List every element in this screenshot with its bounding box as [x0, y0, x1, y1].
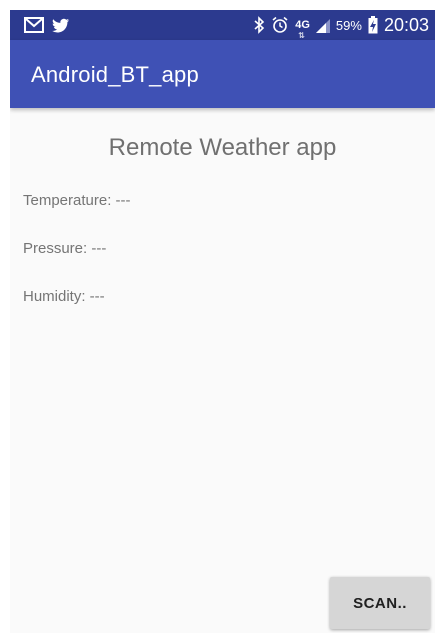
data-activity-icon: ⇅	[298, 30, 305, 40]
humidity-reading: Humidity: ---	[23, 288, 105, 305]
page-heading: Remote Weather app	[108, 134, 337, 161]
phone-screen: 4G ⇅ 59% 20:03 Android_BT_app Remote Wea…	[10, 10, 435, 633]
scan-button[interactable]: SCAN..	[330, 577, 430, 629]
app-toolbar: Android_BT_app	[10, 40, 435, 108]
signal-icon	[315, 17, 330, 33]
app-title: Android_BT_app	[31, 62, 199, 87]
network-type: 4G ⇅	[295, 18, 310, 40]
temperature-reading: Temperature: ---	[23, 192, 131, 209]
gmail-icon	[24, 17, 44, 33]
battery-percent: 59%	[335, 17, 362, 33]
main-content: Remote Weather app Temperature: --- Pres…	[10, 108, 435, 633]
alarm-icon	[271, 16, 289, 34]
twitter-icon	[52, 18, 70, 33]
pressure-reading: Pressure: ---	[23, 240, 107, 257]
battery-icon	[368, 16, 378, 34]
status-bar-left	[24, 16, 70, 34]
status-bar: 4G ⇅ 59% 20:03	[10, 10, 435, 40]
status-clock: 20:03	[383, 14, 429, 35]
bluetooth-icon	[253, 16, 265, 34]
status-bar-right: 4G ⇅ 59% 20:03	[253, 14, 429, 40]
